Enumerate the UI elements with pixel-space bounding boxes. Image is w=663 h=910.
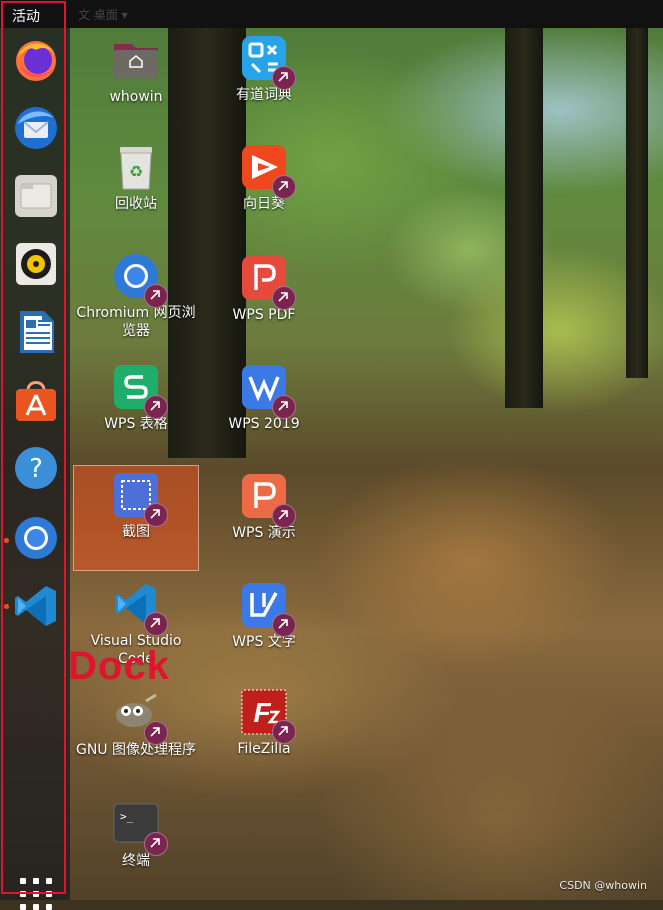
- desktop-icon-youdao[interactable]: 有道词典: [200, 34, 328, 104]
- desktop-icon-label: FileZilla: [237, 741, 291, 757]
- desktop-icon-gimp[interactable]: GNU 图像处理程序: [72, 689, 200, 759]
- desktop-icon-terminal[interactable]: >_ 终端: [72, 800, 200, 870]
- desktop-icon-label: 向日葵: [243, 196, 285, 212]
- desktop-icon-wps-presentation[interactable]: WPS 演示: [200, 472, 328, 542]
- software-icon: [16, 381, 56, 421]
- desktop-icon-wps-writer[interactable]: WPS 文字: [200, 581, 328, 651]
- dock-item-thunderbird[interactable]: [12, 104, 60, 152]
- desktop-icon-chromium[interactable]: Chromium 网页浏览器: [72, 252, 200, 340]
- dock-annotation-label: Dock: [68, 644, 170, 688]
- dock-item-rhythmbox[interactable]: [12, 240, 60, 288]
- link-arrow-icon: [144, 832, 168, 856]
- link-arrow-icon: [144, 284, 168, 308]
- desktop-icon-sunlogin[interactable]: 向日葵: [200, 143, 328, 213]
- desktop-icon-wps-spreadsheet[interactable]: WPS 表格: [72, 363, 200, 433]
- desktop-icon-label: Chromium 网页浏览器: [76, 305, 196, 339]
- svg-text:>_: >_: [120, 810, 134, 823]
- desktop-icon-label: 截图: [122, 524, 150, 540]
- dock-item-chromium[interactable]: [12, 514, 60, 562]
- link-arrow-icon: [144, 721, 168, 745]
- show-applications-icon[interactable]: [20, 878, 52, 910]
- tree-trunk: [626, 28, 648, 378]
- link-arrow-icon: [144, 503, 168, 527]
- desktop-icon-label: GNU 图像处理程序: [75, 742, 197, 758]
- desktop-icon-label: WPS 文字: [232, 634, 296, 650]
- top-bar: 活动 文 桌面 ▾: [0, 0, 663, 28]
- desktop-icon-label: WPS 演示: [232, 525, 296, 541]
- link-arrow-icon: [272, 286, 296, 310]
- link-arrow-icon: [272, 175, 296, 199]
- dock-item-firefox[interactable]: [12, 36, 60, 84]
- desktop-icon-filezilla[interactable]: F FileZilla: [200, 688, 328, 758]
- chromium-icon: [15, 517, 57, 559]
- link-arrow-icon: [272, 395, 296, 419]
- link-arrow-icon: [144, 612, 168, 636]
- link-arrow-icon: [272, 613, 296, 637]
- running-indicator: [4, 604, 9, 609]
- link-arrow-icon: [144, 395, 168, 419]
- firefox-icon: [16, 41, 56, 81]
- desktop-icon-whowin[interactable]: whowin: [72, 36, 200, 106]
- trash-icon: ♻: [120, 147, 152, 190]
- rhythmbox-icon: [16, 243, 56, 285]
- dock: ?: [0, 28, 70, 910]
- svg-text:?: ?: [29, 454, 43, 484]
- dock-item-vscode[interactable]: [12, 582, 60, 630]
- desktop-icon-screenshot[interactable]: 截图: [72, 471, 200, 541]
- files-icon: [15, 175, 57, 217]
- app-menu[interactable]: 文 桌面 ▾: [78, 6, 128, 23]
- dock-item-software[interactable]: [12, 376, 60, 424]
- dock-item-files[interactable]: [12, 172, 60, 220]
- home-folder-icon: [114, 44, 158, 78]
- desktop-icon-label: whowin: [109, 89, 163, 105]
- svg-text:♻: ♻: [129, 162, 143, 181]
- tree-trunk: [505, 28, 543, 408]
- desktop-icon-label: 终端: [122, 853, 150, 869]
- writer-icon: [20, 311, 54, 353]
- desktop-icon-label: WPS 表格: [104, 416, 168, 432]
- dock-item-help[interactable]: ?: [12, 444, 60, 492]
- desktop-icon-trash[interactable]: ♻ 回收站: [72, 143, 200, 213]
- link-arrow-icon: [272, 720, 296, 744]
- vscode-icon: [15, 586, 56, 626]
- svg-text:F: F: [253, 697, 271, 728]
- desktop-icon-wps-2019[interactable]: WPS 2019: [200, 363, 328, 433]
- link-arrow-icon: [272, 504, 296, 528]
- desktop-icon-label: 有道词典: [236, 87, 292, 103]
- desktop-icon-label: WPS PDF: [232, 307, 296, 323]
- dock-item-writer[interactable]: [12, 308, 60, 356]
- desktop-icon-wps-pdf[interactable]: WPS PDF: [200, 254, 328, 324]
- link-arrow-icon: [272, 66, 296, 90]
- desktop-wallpaper: [0, 0, 663, 900]
- running-indicator: [4, 538, 9, 543]
- desktop-icon-label: WPS 2019: [228, 416, 300, 432]
- desktop-icon-label: 回收站: [115, 196, 157, 212]
- activities-button[interactable]: 活动: [12, 6, 40, 26]
- thunderbird-icon: [15, 107, 57, 149]
- watermark: CSDN @whowin: [559, 879, 647, 892]
- help-icon: ?: [15, 447, 57, 489]
